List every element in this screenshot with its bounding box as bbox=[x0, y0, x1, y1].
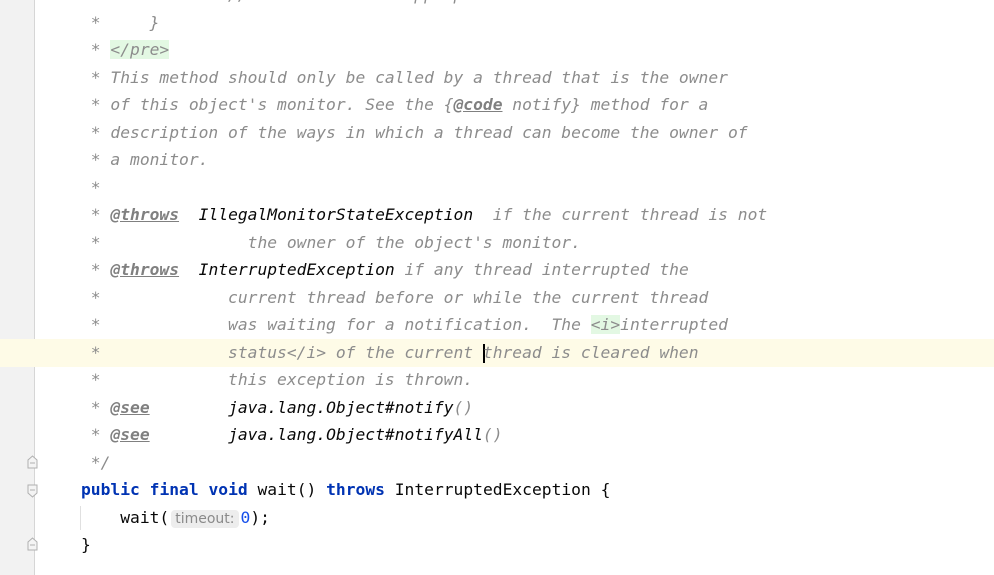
javadoc-tag: @see bbox=[110, 397, 150, 417]
javadoc-tag: @throws bbox=[110, 205, 180, 224]
comment-text bbox=[150, 398, 228, 417]
html-tag: </pre> bbox=[110, 40, 170, 59]
code-line[interactable]: ... // Perform action appropriate to con… bbox=[81, 0, 767, 9]
code-line[interactable]: * this exception is thrown. bbox=[81, 366, 767, 394]
fold-start-icon[interactable] bbox=[27, 484, 38, 498]
code-line[interactable]: * the owner of the object's monitor. bbox=[81, 229, 767, 257]
fold-end-icon[interactable] bbox=[27, 537, 38, 551]
code-text: InterruptedException { bbox=[384, 480, 611, 499]
parameter-hint: timeout: bbox=[171, 509, 239, 528]
number-literal: 0 bbox=[240, 507, 251, 527]
code-editor[interactable]: ... // Perform action appropriate to con… bbox=[81, 0, 767, 559]
comment-text: if the current thread is not bbox=[473, 205, 768, 224]
comment-text: () bbox=[482, 425, 503, 444]
comment-text: * bbox=[81, 205, 111, 224]
comment-text bbox=[179, 205, 199, 224]
code-line[interactable]: * @throws IllegalMonitorStateException i… bbox=[81, 201, 767, 229]
code-line[interactable]: wait(timeout: 0); bbox=[81, 504, 767, 532]
code-line[interactable]: */ bbox=[81, 449, 767, 477]
comment-text: ... // Perform action appropriate to con… bbox=[81, 0, 640, 4]
fold-end-icon[interactable] bbox=[27, 455, 38, 469]
keyword: throws bbox=[326, 480, 385, 499]
comment-text: * bbox=[81, 177, 101, 197]
comment-text: * this exception is thrown. bbox=[81, 370, 474, 389]
comment-text: * was waiting for a notification. The bbox=[81, 315, 591, 334]
comment-text: * bbox=[81, 260, 111, 279]
code-text: wait( bbox=[81, 507, 170, 527]
comment-text: * bbox=[81, 40, 111, 59]
comment-text: () bbox=[453, 397, 474, 417]
code-line[interactable]: * was waiting for a notification. The <i… bbox=[81, 311, 767, 339]
javadoc-tag: @code bbox=[453, 95, 503, 114]
javadoc-reference: InterruptedException bbox=[198, 260, 395, 279]
code-line[interactable]: * } bbox=[81, 9, 767, 37]
keyword: public bbox=[81, 480, 140, 499]
javadoc-reference: IllegalMonitorStateException bbox=[198, 205, 474, 224]
comment-text: * of this object's monitor. See the { bbox=[81, 95, 454, 114]
code-line[interactable]: * a monitor. bbox=[81, 146, 767, 174]
comment-text: notify} method for a bbox=[502, 95, 709, 114]
code-text: } bbox=[81, 535, 91, 554]
comment-text: * bbox=[81, 425, 111, 444]
javadoc-tag: @throws bbox=[110, 260, 180, 279]
comment-text: * This method should only be called by a… bbox=[81, 67, 728, 87]
code-text: ); bbox=[250, 507, 270, 527]
html-tag: <i> bbox=[590, 315, 621, 334]
comment-text bbox=[179, 260, 199, 279]
javadoc-tag: @see bbox=[110, 425, 150, 444]
javadoc-reference: java.lang.Object#notify bbox=[228, 397, 454, 417]
code-line[interactable]: * This method should only be called by a… bbox=[81, 64, 767, 92]
code-line[interactable]: * status</i> of the current thread is cl… bbox=[81, 339, 767, 367]
code-line[interactable]: * </pre> bbox=[81, 36, 767, 64]
comment-text: * bbox=[81, 397, 111, 417]
keyword: final bbox=[149, 480, 199, 499]
code-line[interactable]: public final void wait() throws Interrup… bbox=[81, 476, 767, 504]
code-line[interactable]: * description of the ways in which a thr… bbox=[81, 119, 767, 147]
comment-text: if any thread interrupted the bbox=[394, 260, 689, 279]
comment-text: * } bbox=[81, 12, 160, 32]
comment-text bbox=[150, 425, 228, 444]
code-text: wait() bbox=[247, 480, 327, 499]
code-line[interactable]: * @see java.lang.Object#notify() bbox=[81, 394, 767, 422]
comment-text: thread is cleared when bbox=[482, 342, 699, 362]
comment-text: * the owner of the object's monitor. bbox=[81, 232, 581, 252]
code-line[interactable]: * @throws InterruptedException if any th… bbox=[81, 256, 767, 284]
comment-text: * current thread before or while the cur… bbox=[81, 287, 709, 307]
code-line[interactable]: * @see java.lang.Object#notifyAll() bbox=[81, 421, 767, 449]
comment-text: * description of the ways in which a thr… bbox=[81, 122, 748, 142]
comment-text: */ bbox=[81, 452, 111, 472]
comment-text: * a monitor. bbox=[81, 150, 209, 169]
comment-text: interrupted bbox=[620, 315, 728, 334]
code-line[interactable]: * current thread before or while the cur… bbox=[81, 284, 767, 312]
code-line[interactable]: * bbox=[81, 174, 767, 202]
code-line[interactable]: } bbox=[81, 531, 767, 559]
keyword: void bbox=[208, 480, 248, 499]
comment-text: * status</i> of the current bbox=[81, 342, 483, 362]
javadoc-reference: java.lang.Object#notifyAll bbox=[228, 425, 483, 444]
code-line[interactable]: * of this object's monitor. See the {@co… bbox=[81, 91, 767, 119]
